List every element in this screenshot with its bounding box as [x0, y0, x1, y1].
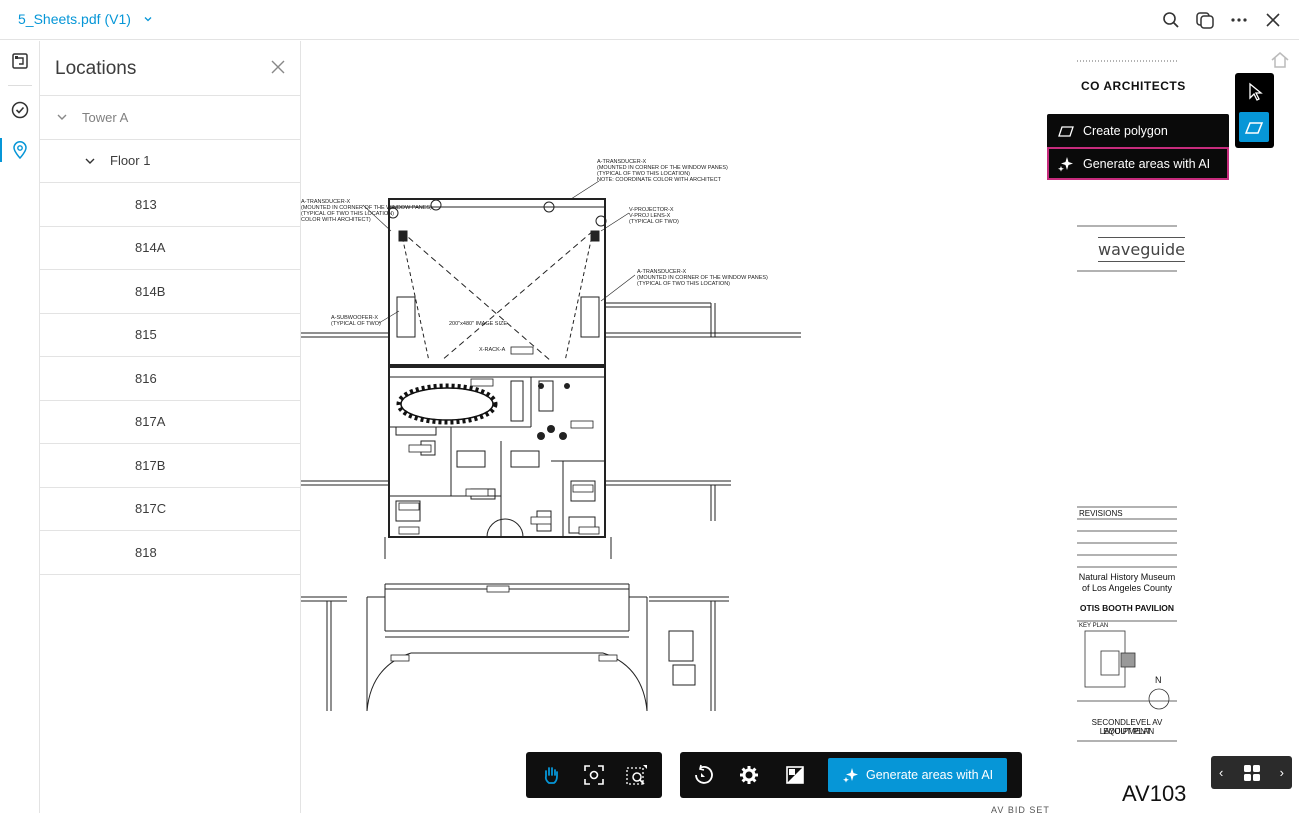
svg-text:200"x480" IMAGE SIZE: 200"x480" IMAGE SIZE	[449, 321, 507, 327]
location-label: 818	[135, 544, 157, 560]
architect-logo: CO ARCHITECTS	[1081, 79, 1186, 93]
north-arrow: N	[1155, 675, 1162, 685]
locations-icon[interactable]	[0, 130, 40, 170]
location-label: Tower A	[82, 109, 129, 125]
location-building[interactable]: Tower A	[40, 96, 300, 140]
area-tool-icon[interactable]	[1239, 112, 1269, 142]
area-tool-menu: Create polygon Generate areas with AI	[1047, 114, 1229, 180]
location-label: 816	[135, 370, 157, 386]
settings-icon[interactable]	[732, 758, 766, 792]
svg-text:COLOR WITH ARCHITECT): COLOR WITH ARCHITECT)	[301, 217, 371, 223]
svg-text:(TYPICAL OF TWO): (TYPICAL OF TWO)	[331, 321, 381, 327]
file-title[interactable]: 5_Sheets.pdf (V1)	[18, 11, 153, 27]
location-label: 817C	[135, 501, 167, 517]
polygon-icon	[1058, 125, 1074, 137]
location-label: Floor 1	[110, 153, 151, 169]
create-polygon-label: Create polygon	[1083, 123, 1168, 138]
panel-title: Locations	[55, 58, 137, 79]
location-item[interactable]: 814B	[40, 270, 300, 314]
chevron-down-icon[interactable]	[143, 14, 153, 24]
more-icon[interactable]	[1227, 8, 1251, 32]
location-label: 815	[135, 327, 157, 343]
compare-sheets-icon[interactable]	[778, 758, 812, 792]
create-polygon-item[interactable]: Create polygon	[1047, 114, 1229, 147]
search-icon[interactable]	[1159, 8, 1183, 32]
home-icon[interactable]	[1269, 49, 1291, 71]
chevron-down-icon[interactable]	[84, 155, 96, 167]
location-label: 814B	[135, 283, 166, 299]
sparkle-icon	[1058, 156, 1073, 172]
location-item[interactable]: 816	[40, 357, 300, 401]
compare-icon[interactable]	[1193, 8, 1217, 32]
location-item[interactable]: 818	[40, 531, 300, 575]
sparkle-icon	[843, 768, 858, 783]
bid-set-label: AV BID SET	[991, 805, 1050, 813]
location-label: 813	[135, 196, 157, 212]
sheets-icon[interactable]	[0, 41, 40, 81]
sheet-canvas[interactable]: A-TRANSDUCER-X (MOUNTED IN CORNER OF THE…	[301, 41, 1299, 813]
location-label: 814A	[135, 240, 166, 256]
client-line-1: Natural History Museum	[1078, 572, 1176, 582]
location-item[interactable]: 817A	[40, 401, 300, 444]
generate-areas-ai-button-label: Generate areas with AI	[866, 768, 994, 782]
navigation-toolbar	[526, 752, 662, 798]
left-rail	[0, 41, 40, 813]
sheet-title-line-2: LAYOUT PLAN	[1099, 727, 1155, 736]
zoom-window-icon[interactable]	[621, 758, 654, 792]
grid-view-icon[interactable]	[1243, 764, 1261, 782]
location-item[interactable]: 817C	[40, 488, 300, 531]
panel-close-icon[interactable]	[270, 59, 286, 75]
project-name: OTIS BOOTH PAVILION	[1079, 603, 1175, 613]
locations-panel: Locations Tower A Floor 1 813 814A 814B 815 81…	[40, 41, 301, 813]
rotate-icon[interactable]	[686, 758, 720, 792]
sheet-pager: ‹ ›	[1211, 756, 1292, 789]
consultant-logo: waveguide	[1098, 237, 1185, 262]
prev-sheet-button[interactable]: ‹	[1219, 765, 1223, 780]
location-item[interactable]: 815	[40, 314, 300, 357]
generate-areas-ai-item[interactable]: Generate areas with AI	[1047, 147, 1229, 180]
pan-icon[interactable]	[534, 758, 567, 792]
location-tree: Tower A Floor 1 813 814A 814B 815 816 817A 817B 8…	[40, 96, 300, 575]
generate-areas-ai-button[interactable]: Generate areas with AI	[828, 758, 1008, 792]
client-line-2: of Los Angeles County	[1081, 583, 1173, 593]
file-name[interactable]: 5_Sheets.pdf	[18, 11, 101, 27]
svg-text:(TYPICAL OF TWO): (TYPICAL OF TWO)	[629, 219, 679, 225]
svg-text:X-RACK-A: X-RACK-A	[479, 347, 506, 353]
location-item[interactable]: 817B	[40, 444, 300, 488]
issues-icon[interactable]	[0, 90, 40, 130]
location-item[interactable]: 814A	[40, 227, 300, 270]
location-label: 817A	[135, 414, 166, 430]
location-floor[interactable]: Floor 1	[40, 140, 300, 183]
select-cursor-icon[interactable]	[1235, 73, 1274, 110]
key-plan-label: KEY PLAN	[1079, 623, 1109, 629]
svg-text:(TYPICAL OF TWO THIS LOCATION): (TYPICAL OF TWO THIS LOCATION)	[637, 281, 730, 287]
rail-divider	[8, 85, 32, 86]
svg-text:NOTE: COORDINATE COLOR WITH AR: NOTE: COORDINATE COLOR WITH ARCHITECT	[597, 177, 722, 183]
chevron-down-icon[interactable]	[56, 111, 68, 123]
location-label: 817B	[135, 457, 166, 473]
tools-toolbar: Generate areas with AI	[680, 752, 1022, 798]
location-item[interactable]: 813	[40, 183, 300, 227]
next-sheet-button[interactable]: ›	[1280, 765, 1284, 780]
mode-toolbar	[1235, 73, 1274, 148]
revisions-label: REVISIONS	[1079, 509, 1123, 518]
sheet-number: AV103	[1122, 781, 1187, 806]
file-version[interactable]: (V1)	[105, 11, 131, 27]
top-bar: 5_Sheets.pdf (V1)	[0, 0, 1299, 40]
close-icon[interactable]	[1261, 8, 1285, 32]
fit-view-icon[interactable]	[577, 758, 610, 792]
generate-areas-ai-label: Generate areas with AI	[1083, 156, 1211, 171]
